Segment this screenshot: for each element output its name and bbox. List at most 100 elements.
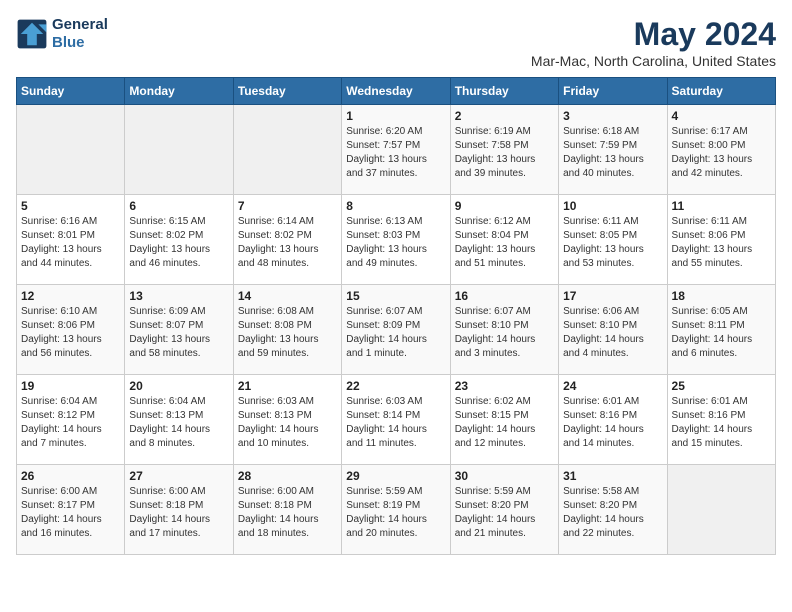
calendar-cell: 31 Sunrise: 5:58 AM Sunset: 8:20 PM Dayli… (559, 465, 667, 555)
day-number: 21 (238, 379, 337, 393)
weekday-header-monday: Monday (125, 78, 233, 105)
day-number: 6 (129, 199, 228, 213)
day-number: 16 (455, 289, 554, 303)
day-number: 27 (129, 469, 228, 483)
calendar-cell (667, 465, 775, 555)
location: Mar-Mac, North Carolina, United States (531, 53, 776, 69)
day-number: 14 (238, 289, 337, 303)
calendar-cell: 9Sunrise: 6:12 AM Sunset: 8:04 PM Daylig… (450, 195, 558, 285)
calendar-cell: 25 Sunrise: 6:01 AM Sunset: 8:16 PM Dayli… (667, 375, 775, 465)
day-number: 3 (563, 109, 662, 123)
day-info: Sunrise: 6:03 AM Sunset: 8:14 PM Dayligh… (346, 395, 445, 451)
day-number: 24 (563, 379, 662, 393)
day-number: 9 (455, 199, 554, 213)
day-info: Sunrise: 5:59 AM Sunset: 8:20 PM Dayligh… (455, 485, 554, 541)
day-number: 30 (455, 469, 554, 483)
calendar-week-1: 1 Sunrise: 6:20 AM Sunset: 7:57 PM Daylig… (17, 105, 776, 195)
day-info: Sunrise: 6:14 AM Sunset: 8:02 PM Dayligh… (238, 215, 337, 271)
calendar-cell: 10 Sunrise: 6:11 AM Sunset: 8:05 PM Dayli… (559, 195, 667, 285)
day-info: Sunrise: 6:05 AM Sunset: 8:11 PM Dayligh… (672, 305, 771, 361)
calendar-cell: 18 Sunrise: 6:05 AM Sunset: 8:11 PM Dayli… (667, 285, 775, 375)
calendar-cell: 23 Sunrise: 6:02 AM Sunset: 8:15 PM Dayli… (450, 375, 558, 465)
day-info: Sunrise: 6:19 AM Sunset: 7:58 PM Dayligh… (455, 125, 554, 181)
day-number: 28 (238, 469, 337, 483)
day-info: Sunrise: 6:02 AM Sunset: 8:15 PM Dayligh… (455, 395, 554, 451)
calendar-header-row: SundayMondayTuesdayWednesdayThursdayFrid… (17, 78, 776, 105)
calendar-cell (233, 105, 341, 195)
calendar-cell: 2 Sunrise: 6:19 AM Sunset: 7:58 PM Daylig… (450, 105, 558, 195)
day-number: 13 (129, 289, 228, 303)
day-number: 31 (563, 469, 662, 483)
day-number: 8 (346, 199, 445, 213)
day-info: Sunrise: 6:04 AM Sunset: 8:12 PM Dayligh… (21, 395, 120, 451)
calendar-cell: 22 Sunrise: 6:03 AM Sunset: 8:14 PM Dayli… (342, 375, 450, 465)
day-info: Sunrise: 6:11 AM Sunset: 8:05 PM Dayligh… (563, 215, 662, 271)
day-number: 20 (129, 379, 228, 393)
day-info: Sunrise: 6:11 AM Sunset: 8:06 PM Dayligh… (672, 215, 771, 271)
calendar-cell: 7 Sunrise: 6:14 AM Sunset: 8:02 PM Daylig… (233, 195, 341, 285)
day-number: 4 (672, 109, 771, 123)
day-number: 2 (455, 109, 554, 123)
calendar-table: SundayMondayTuesdayWednesdayThursdayFrid… (16, 77, 776, 555)
day-number: 29 (346, 469, 445, 483)
calendar-cell: 19 Sunrise: 6:04 AM Sunset: 8:12 PM Dayli… (17, 375, 125, 465)
day-number: 5 (21, 199, 120, 213)
calendar-cell: 17Sunrise: 6:06 AM Sunset: 8:10 PM Dayli… (559, 285, 667, 375)
title-block: May 2024 Mar-Mac, North Carolina, United… (531, 16, 776, 69)
calendar-week-3: 12Sunrise: 6:10 AM Sunset: 8:06 PM Dayli… (17, 285, 776, 375)
calendar-cell: 13 Sunrise: 6:09 AM Sunset: 8:07 PM Dayli… (125, 285, 233, 375)
calendar-week-2: 5 Sunrise: 6:16 AM Sunset: 8:01 PM Daylig… (17, 195, 776, 285)
day-info: Sunrise: 6:04 AM Sunset: 8:13 PM Dayligh… (129, 395, 228, 451)
day-number: 1 (346, 109, 445, 123)
calendar-cell: 16Sunrise: 6:07 AM Sunset: 8:10 PM Dayli… (450, 285, 558, 375)
day-number: 7 (238, 199, 337, 213)
day-info: Sunrise: 5:59 AM Sunset: 8:19 PM Dayligh… (346, 485, 445, 541)
day-info: Sunrise: 6:18 AM Sunset: 7:59 PM Dayligh… (563, 125, 662, 181)
calendar-cell: 29 Sunrise: 5:59 AM Sunset: 8:19 PM Dayli… (342, 465, 450, 555)
page-header: General Blue May 2024 Mar-Mac, North Car… (16, 16, 776, 69)
calendar-cell: 26Sunrise: 6:00 AM Sunset: 8:17 PM Dayli… (17, 465, 125, 555)
logo-text: General Blue (52, 16, 108, 52)
logo-icon (16, 18, 48, 50)
calendar-cell: 20 Sunrise: 6:04 AM Sunset: 8:13 PM Dayli… (125, 375, 233, 465)
calendar-cell: 8Sunrise: 6:13 AM Sunset: 8:03 PM Daylig… (342, 195, 450, 285)
day-info: Sunrise: 6:16 AM Sunset: 8:01 PM Dayligh… (21, 215, 120, 271)
day-info: Sunrise: 6:17 AM Sunset: 8:00 PM Dayligh… (672, 125, 771, 181)
day-info: Sunrise: 6:07 AM Sunset: 8:09 PM Dayligh… (346, 305, 445, 361)
day-info: Sunrise: 6:06 AM Sunset: 8:10 PM Dayligh… (563, 305, 662, 361)
weekday-header-tuesday: Tuesday (233, 78, 341, 105)
weekday-header-wednesday: Wednesday (342, 78, 450, 105)
day-info: Sunrise: 6:08 AM Sunset: 8:08 PM Dayligh… (238, 305, 337, 361)
calendar-week-5: 26Sunrise: 6:00 AM Sunset: 8:17 PM Dayli… (17, 465, 776, 555)
day-info: Sunrise: 6:01 AM Sunset: 8:16 PM Dayligh… (672, 395, 771, 451)
day-number: 22 (346, 379, 445, 393)
day-number: 25 (672, 379, 771, 393)
calendar-cell (17, 105, 125, 195)
calendar-cell: 6 Sunrise: 6:15 AM Sunset: 8:02 PM Daylig… (125, 195, 233, 285)
calendar-cell: 28 Sunrise: 6:00 AM Sunset: 8:18 PM Dayli… (233, 465, 341, 555)
day-info: Sunrise: 6:01 AM Sunset: 8:16 PM Dayligh… (563, 395, 662, 451)
day-number: 23 (455, 379, 554, 393)
day-info: Sunrise: 6:09 AM Sunset: 8:07 PM Dayligh… (129, 305, 228, 361)
day-number: 10 (563, 199, 662, 213)
day-number: 18 (672, 289, 771, 303)
weekday-header-friday: Friday (559, 78, 667, 105)
weekday-header-saturday: Saturday (667, 78, 775, 105)
calendar-cell: 21Sunrise: 6:03 AM Sunset: 8:13 PM Dayli… (233, 375, 341, 465)
calendar-cell: 5 Sunrise: 6:16 AM Sunset: 8:01 PM Daylig… (17, 195, 125, 285)
day-info: Sunrise: 6:20 AM Sunset: 7:57 PM Dayligh… (346, 125, 445, 181)
calendar-cell: 27Sunrise: 6:00 AM Sunset: 8:18 PM Dayli… (125, 465, 233, 555)
day-info: Sunrise: 6:00 AM Sunset: 8:17 PM Dayligh… (21, 485, 120, 541)
day-info: Sunrise: 6:00 AM Sunset: 8:18 PM Dayligh… (238, 485, 337, 541)
day-info: Sunrise: 6:15 AM Sunset: 8:02 PM Dayligh… (129, 215, 228, 271)
calendar-cell: 30 Sunrise: 5:59 AM Sunset: 8:20 PM Dayli… (450, 465, 558, 555)
month-title: May 2024 (531, 16, 776, 53)
day-info: Sunrise: 6:10 AM Sunset: 8:06 PM Dayligh… (21, 305, 120, 361)
day-info: Sunrise: 5:58 AM Sunset: 8:20 PM Dayligh… (563, 485, 662, 541)
weekday-header-thursday: Thursday (450, 78, 558, 105)
day-number: 15 (346, 289, 445, 303)
day-number: 19 (21, 379, 120, 393)
day-number: 11 (672, 199, 771, 213)
calendar-cell: 1 Sunrise: 6:20 AM Sunset: 7:57 PM Daylig… (342, 105, 450, 195)
calendar-cell: 4 Sunrise: 6:17 AM Sunset: 8:00 PM Daylig… (667, 105, 775, 195)
